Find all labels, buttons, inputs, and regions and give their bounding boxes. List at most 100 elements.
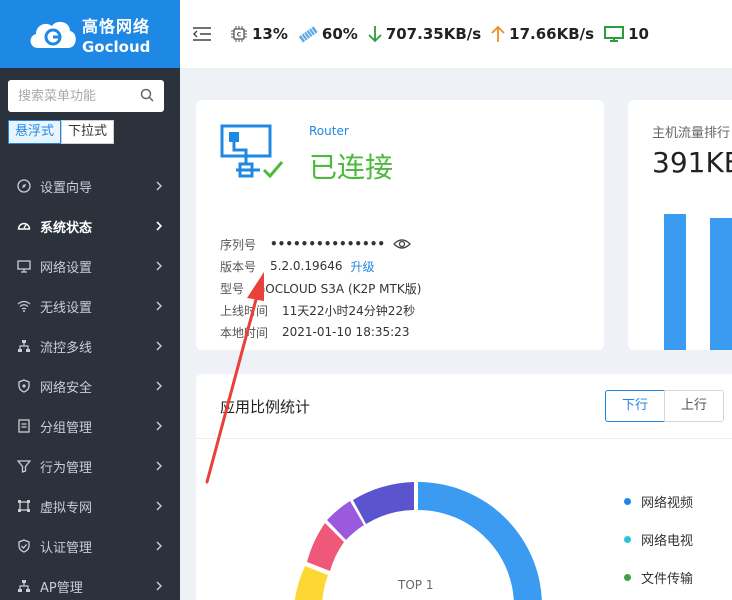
chevron-right-icon bbox=[156, 301, 162, 311]
chevron-right-icon bbox=[156, 381, 162, 391]
nav-item-ap-management[interactable]: AP管理 bbox=[0, 566, 180, 600]
legend-dot bbox=[624, 497, 631, 505]
brand-name-cn: 高恪网络 bbox=[82, 16, 151, 36]
wifi-icon bbox=[16, 298, 32, 314]
logo[interactable]: 高恪网络 Gocloud bbox=[0, 0, 180, 68]
app-legend: 网络视频 网络电视 文件传输 bbox=[624, 482, 693, 596]
uptime-row: 上线时间 11天22小时24分钟22秒 bbox=[220, 299, 421, 321]
download-arrow-icon bbox=[368, 26, 382, 43]
mode-dropdown-button[interactable]: 下拉式 bbox=[61, 120, 115, 144]
nav-label: 设置向导 bbox=[40, 180, 93, 196]
localtime-row: 本地时间 2021-01-10 18:35:23 bbox=[220, 321, 421, 343]
shield-icon bbox=[16, 378, 32, 394]
nav-item-network-security[interactable]: 网络安全 bbox=[0, 366, 180, 406]
nav-item-setup-wizard[interactable]: 设置向导 bbox=[0, 166, 180, 206]
model-value: GOCLOUD S3A (K2P MTK版) bbox=[256, 281, 422, 296]
group-icon bbox=[16, 418, 32, 434]
chevron-right-icon bbox=[156, 221, 162, 231]
version-value: 5.2.0.19646 bbox=[270, 259, 343, 273]
donut-segment-video bbox=[418, 482, 542, 600]
version-key: 版本号 bbox=[220, 259, 257, 274]
menu-search-input[interactable] bbox=[8, 80, 128, 112]
nav-item-auth-management[interactable]: 认证管理 bbox=[0, 526, 180, 566]
nav-label: 系统状态 bbox=[40, 220, 93, 236]
donut-segment bbox=[294, 566, 328, 600]
model-key: 型号 bbox=[220, 281, 245, 296]
chevron-right-icon bbox=[156, 341, 162, 351]
donut-segment bbox=[353, 482, 414, 524]
cpu-icon: C bbox=[231, 26, 247, 42]
nav-item-system-status[interactable]: 系统状态 bbox=[0, 206, 180, 246]
cloud-logo-icon bbox=[30, 21, 76, 48]
upload-value: 17.66KB/s bbox=[509, 25, 595, 43]
nav-item-network-settings[interactable]: 网络设置 bbox=[0, 246, 180, 286]
legend-dot bbox=[624, 535, 631, 543]
memory-usage: 60% bbox=[298, 25, 358, 43]
app-ratio-card: 应用比例统计 下行 上行 TOP 1 网络视频 网络电视 文件传输 bbox=[196, 374, 732, 600]
sidebar: 高恪网络 Gocloud 悬浮式 下拉式 设置向导 系统状态 bbox=[0, 0, 180, 600]
serial-value: ••••••••••••••• bbox=[270, 237, 386, 251]
online-hosts: 10 bbox=[604, 25, 649, 43]
menu-search bbox=[8, 80, 164, 112]
download-value: 707.35KB/s bbox=[385, 25, 482, 43]
donut-center-label: TOP 1 bbox=[398, 578, 434, 592]
nav-label: 无线设置 bbox=[40, 300, 93, 316]
memory-value: 60% bbox=[321, 25, 358, 43]
router-type-label: Router bbox=[309, 124, 349, 138]
legend-label: 网络电视 bbox=[641, 533, 694, 549]
nav-label: 流控多线 bbox=[40, 340, 93, 356]
model-row: 型号 GOCLOUD S3A (K2P MTK版) bbox=[220, 277, 421, 299]
legend-label: 文件传输 bbox=[641, 571, 694, 587]
chevron-right-icon bbox=[156, 501, 162, 511]
nav-item-vpn[interactable]: 虚拟专网 bbox=[0, 486, 180, 526]
eye-icon[interactable] bbox=[393, 238, 411, 250]
chevron-right-icon bbox=[156, 581, 162, 591]
top-status-bar: C 13% 60% 707.35KB/s 17.66KB/s 10 bbox=[180, 0, 732, 68]
nav-label: 虚拟专网 bbox=[40, 500, 93, 516]
legend-item[interactable]: 网络电视 bbox=[624, 520, 693, 558]
app-root: 高恪网络 Gocloud 悬浮式 下拉式 设置向导 系统状态 bbox=[0, 0, 732, 600]
flow-ranking-title: 主机流量排行 bbox=[652, 126, 731, 141]
svg-text:C: C bbox=[237, 32, 242, 39]
nav-label: 网络安全 bbox=[40, 380, 93, 396]
flow-bar bbox=[664, 214, 686, 350]
nav-label: 分组管理 bbox=[40, 420, 93, 436]
chevron-right-icon bbox=[156, 261, 162, 271]
mode-float-button[interactable]: 悬浮式 bbox=[8, 120, 62, 144]
uptime-key: 上线时间 bbox=[220, 303, 269, 318]
serial-key: 序列号 bbox=[220, 237, 257, 252]
nav-item-group-management[interactable]: 分组管理 bbox=[0, 406, 180, 446]
chevron-right-icon bbox=[156, 461, 162, 471]
version-row: 版本号 5.2.0.19646 升级 bbox=[220, 255, 421, 277]
flow-bar bbox=[710, 218, 732, 350]
upload-arrow-icon bbox=[491, 25, 505, 42]
nav-item-wireless-settings[interactable]: 无线设置 bbox=[0, 286, 180, 326]
cpu-value: 13% bbox=[252, 25, 288, 43]
brand-name-en: Gocloud bbox=[82, 37, 151, 56]
localtime-value: 2021-01-10 18:35:23 bbox=[282, 325, 410, 339]
verified-shield-icon bbox=[16, 538, 32, 554]
gauge-icon bbox=[16, 218, 32, 234]
connection-status: 已连接 bbox=[309, 151, 394, 184]
chevron-right-icon bbox=[156, 181, 162, 191]
device-info: 序列号 ••••••••••••••• 版本号 5.2.0.19646 升级 型… bbox=[220, 233, 421, 343]
uptime-value: 11天22小时24分钟22秒 bbox=[282, 303, 416, 318]
chevron-right-icon bbox=[156, 421, 162, 431]
computer-icon bbox=[604, 26, 625, 42]
nav-label: AP管理 bbox=[40, 580, 83, 596]
download-speed: 707.35KB/s bbox=[368, 25, 481, 43]
menu-collapse-icon[interactable] bbox=[192, 26, 212, 42]
nav-item-behavior-management[interactable]: 行为管理 bbox=[0, 446, 180, 486]
legend-item[interactable]: 文件传输 bbox=[624, 558, 693, 596]
host-flow-ranking-card: 主机流量排行 391KB bbox=[628, 100, 732, 350]
nav-label: 网络设置 bbox=[40, 260, 93, 276]
network-tree-icon bbox=[16, 338, 32, 354]
memory-icon bbox=[298, 26, 318, 43]
menu-mode-toggle: 悬浮式 下拉式 bbox=[8, 120, 180, 144]
upgrade-link[interactable]: 升级 bbox=[351, 258, 375, 275]
nav-menu: 设置向导 系统状态 网络设置 无线设置 流控多线 网络安全 分组管理 行为管理 … bbox=[0, 166, 180, 600]
search-icon[interactable] bbox=[140, 88, 154, 102]
filter-icon bbox=[16, 458, 32, 474]
nav-item-flow-control[interactable]: 流控多线 bbox=[0, 326, 180, 366]
legend-item[interactable]: 网络视频 bbox=[624, 482, 693, 520]
